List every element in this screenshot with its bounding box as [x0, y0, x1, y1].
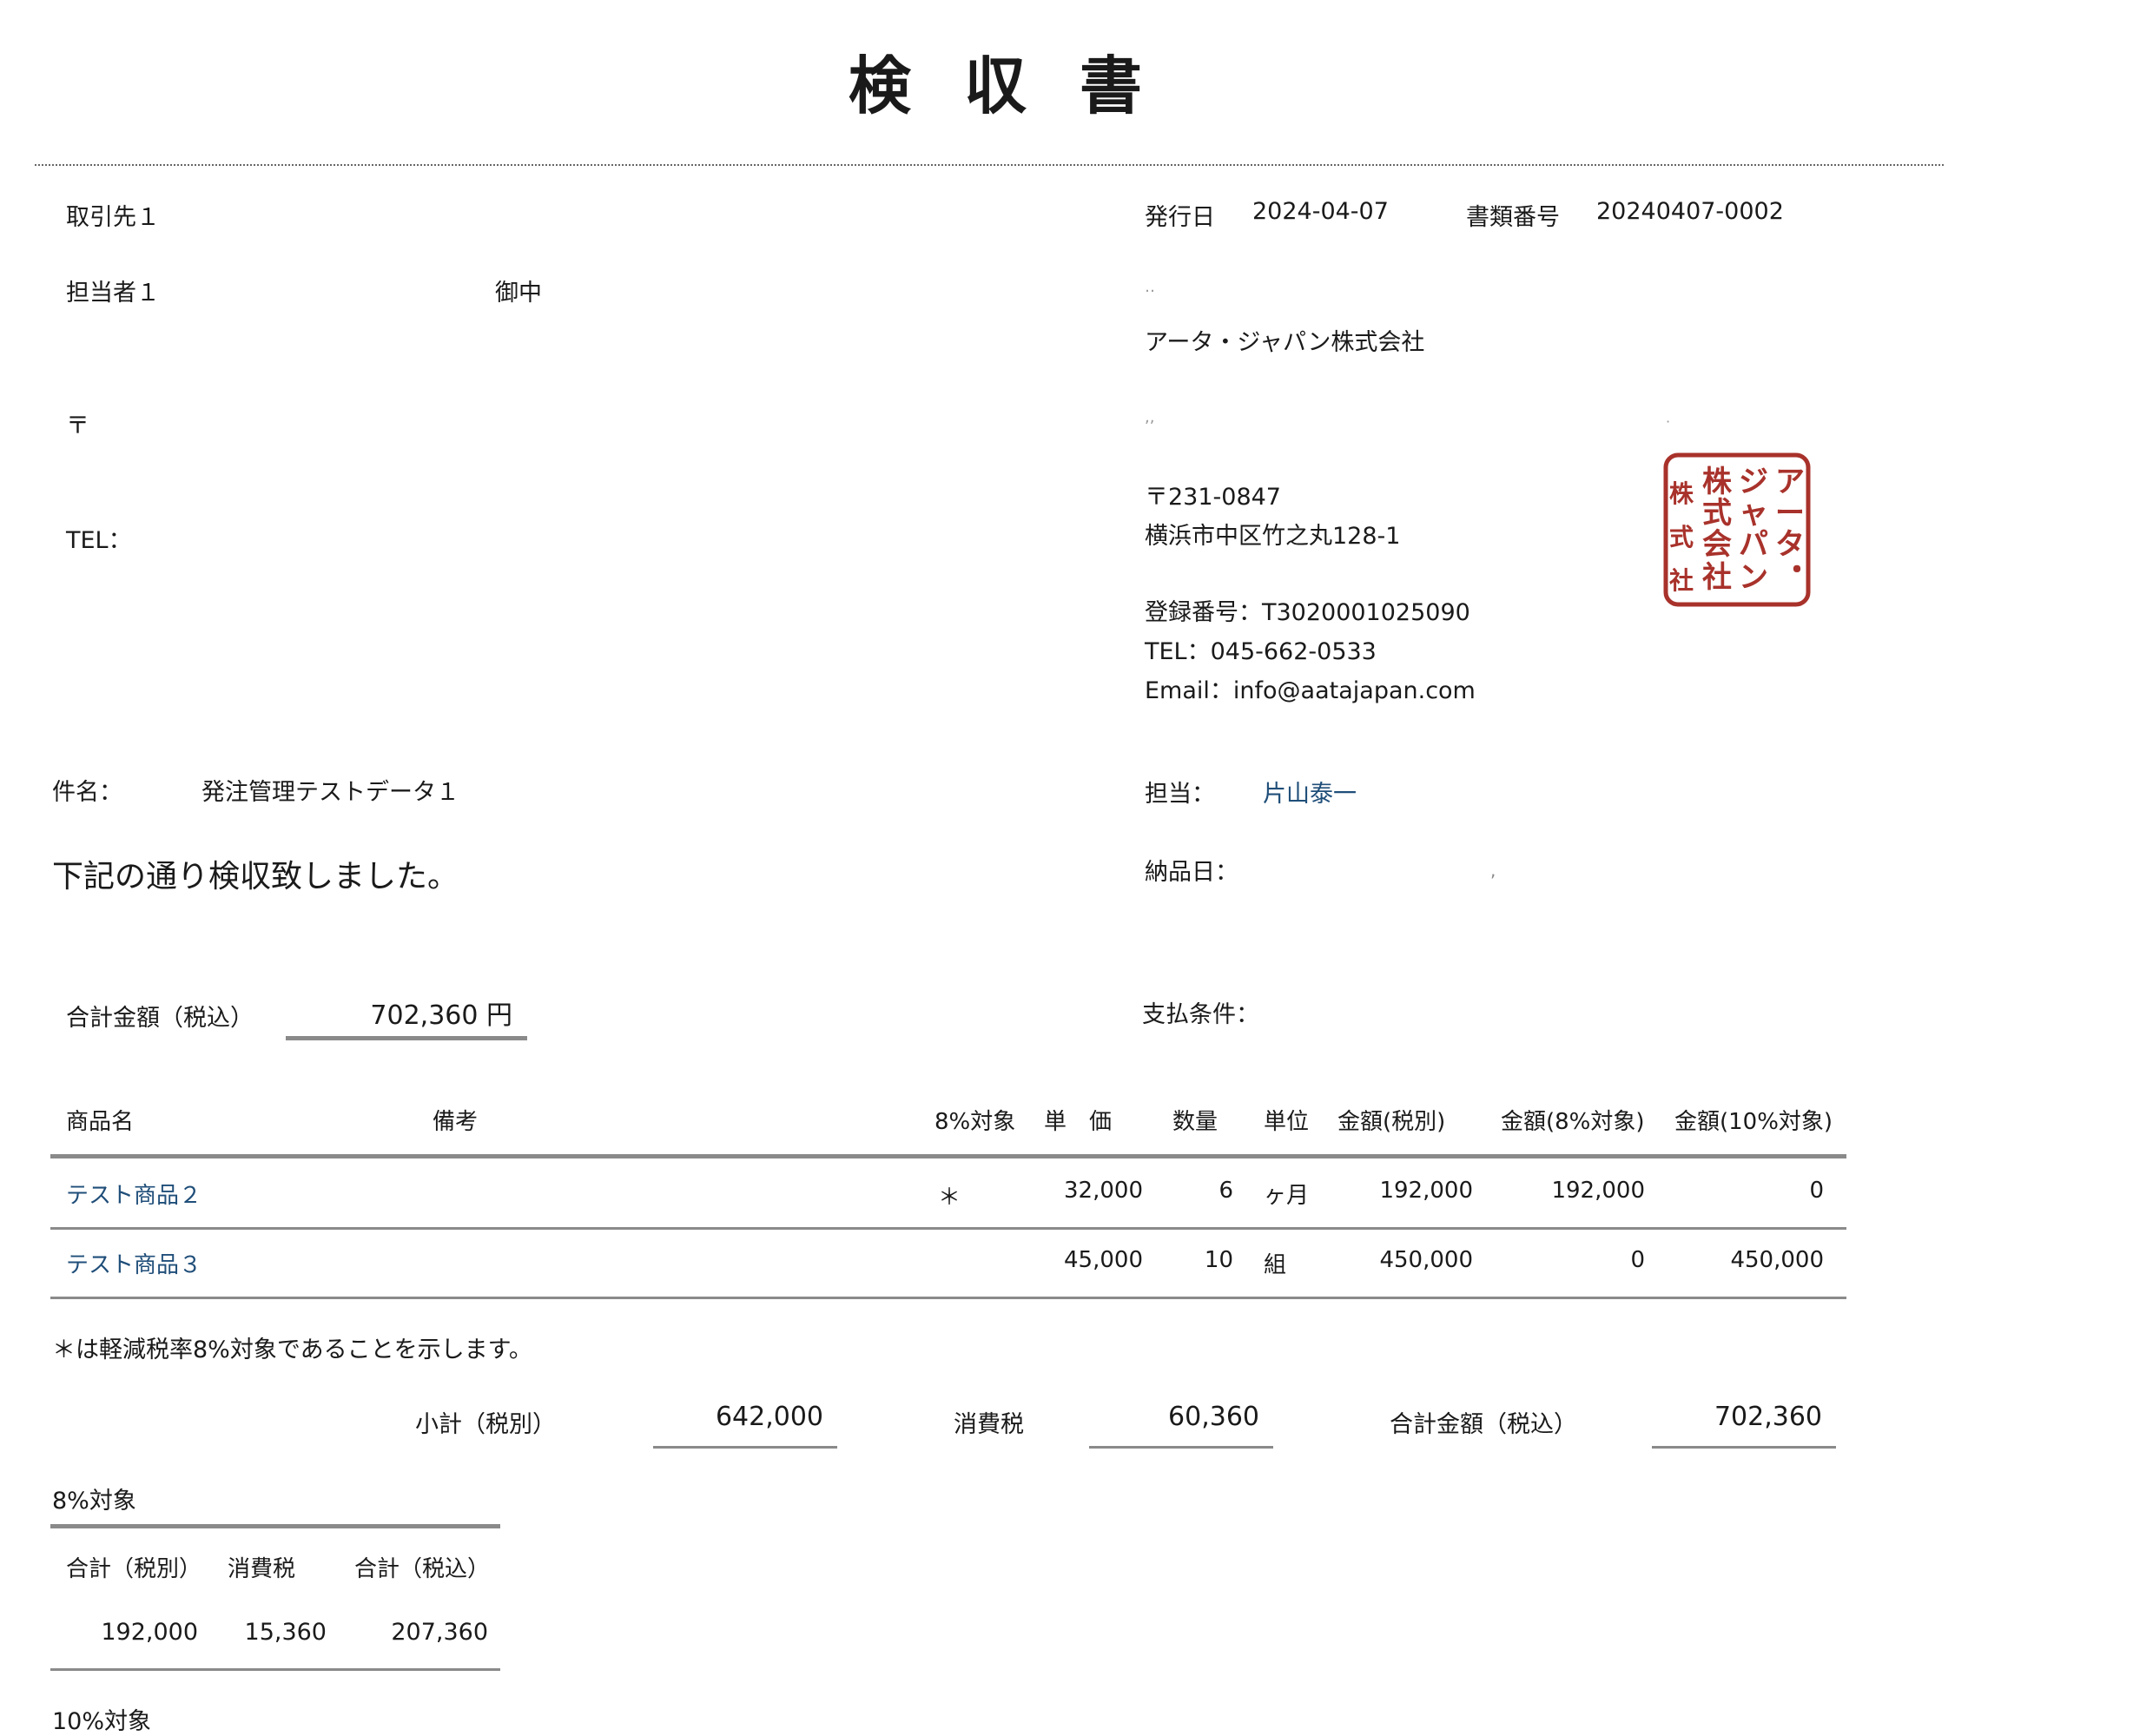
amount-8: 0 — [1630, 1247, 1645, 1273]
table-header-rule — [50, 1154, 1846, 1158]
inspection-note: 下記の通り検収致しました。 — [52, 859, 459, 894]
svg-text:社: 社 — [1702, 560, 1732, 595]
rate10-title: 10%対象 — [52, 1708, 152, 1735]
rate8-total: 207,360 — [391, 1619, 488, 1646]
quantity: 10 — [1204, 1247, 1233, 1273]
unit: ヶ月 — [1264, 1183, 1310, 1209]
contact-label: 担当： — [1145, 781, 1215, 808]
col-header-amount-10: 金額(10%対象) — [1674, 1109, 1833, 1135]
subtotal-label: 小計（税別） — [415, 1411, 556, 1438]
subtotal-value: 642,000 — [715, 1402, 823, 1432]
rate8-header-rule — [50, 1524, 500, 1528]
recipient-postal-mark: 〒 — [66, 413, 89, 439]
svg-text:式: 式 — [1702, 496, 1732, 531]
svg-text:パ: パ — [1739, 527, 1768, 562]
issuer-address: 横浜市中区竹之丸128-1 — [1145, 523, 1401, 550]
subject-label: 件名： — [52, 779, 122, 806]
summary-total-label: 合計金額（税込） — [1390, 1411, 1577, 1438]
unit-price: 45,000 — [1064, 1247, 1143, 1273]
product-name-link[interactable]: テスト商品３ — [66, 1247, 201, 1279]
issuer-email: Email：info@aatajapan.com — [1145, 677, 1476, 704]
summary-total-underline — [1652, 1446, 1836, 1449]
grand-total-underline — [286, 1036, 527, 1040]
issuer-mark-3: · — [1666, 413, 1671, 430]
contact-person-link[interactable]: 片山泰一 — [1263, 775, 1357, 809]
amount: 450,000 — [1379, 1247, 1473, 1273]
rate8-bottom-rule — [50, 1668, 500, 1671]
subtotal-underline — [653, 1446, 837, 1449]
issuer-name: アータ・ジャパン株式会社 — [1145, 329, 1425, 356]
rate8-col-total: 合計（税込） — [354, 1556, 491, 1582]
amount-10: 450,000 — [1730, 1247, 1824, 1273]
unit-price: 32,000 — [1064, 1178, 1143, 1204]
issuer-tel: TEL：045-662-0533 — [1145, 638, 1377, 665]
delivery-date-label: 納品日： — [1145, 859, 1238, 886]
issuer-registration: 登録番号：T3020001025090 — [1145, 599, 1470, 626]
svg-text:株: 株 — [1702, 465, 1733, 499]
document-title: 検 収 書 — [848, 50, 1159, 122]
quantity: 6 — [1218, 1178, 1233, 1204]
issue-date: 2024-04-07 — [1252, 198, 1389, 225]
rate8-col-subtotal: 合計（税別） — [66, 1556, 202, 1582]
grand-total-label: 合計金額（税込） — [66, 1005, 254, 1032]
summary-total-value: 702,360 — [1714, 1402, 1822, 1432]
table-row-divider — [50, 1227, 1846, 1230]
svg-text:ャ: ャ — [1739, 496, 1768, 531]
svg-text:ー: ー — [1775, 496, 1805, 531]
doc-number-label: 書類番号 — [1466, 204, 1560, 231]
rate8-subtotal: 192,000 — [101, 1619, 198, 1646]
col-header-note: 備考 — [433, 1109, 479, 1135]
doc-number: 20240407-0002 — [1596, 198, 1784, 225]
tax-underline — [1089, 1446, 1273, 1449]
recipient-company: 取引先１ — [66, 204, 160, 231]
col-header-product: 商品名 — [66, 1109, 135, 1135]
rate8-tax: 15,360 — [244, 1619, 327, 1646]
col-header-unit: 単位 — [1264, 1109, 1310, 1135]
unit: 組 — [1264, 1252, 1287, 1278]
product-name-link[interactable]: テスト商品２ — [66, 1178, 201, 1210]
rate8-title: 8%対象 — [52, 1488, 136, 1515]
payment-terms-label: 支払条件： — [1142, 1001, 1259, 1028]
delivery-date-value: , — [1490, 860, 1496, 881]
amount: 192,000 — [1379, 1178, 1473, 1204]
svg-text:株: 株 — [1669, 479, 1694, 508]
issuer-mark-2: ,, — [1145, 408, 1155, 426]
table-bottom-rule — [50, 1297, 1846, 1299]
svg-text:ン: ン — [1739, 560, 1768, 595]
svg-text:ジ: ジ — [1739, 465, 1768, 499]
issuer-postal: 〒231-0847 — [1145, 484, 1281, 511]
col-header-reduced: 8%対象 — [935, 1109, 1016, 1135]
col-header-amount: 金額(税別) — [1337, 1109, 1446, 1135]
recipient-honorific: 御中 — [495, 280, 542, 307]
col-header-unit-price: 単 価 — [1044, 1109, 1113, 1135]
issuer-mark-1: ‥ — [1145, 278, 1156, 296]
title-divider — [35, 164, 1944, 166]
recipient-tel-label: TEL： — [66, 527, 132, 554]
tax-value: 60,360 — [1168, 1402, 1259, 1432]
grand-total-value: 702,360 円 — [370, 1000, 512, 1031]
svg-text:・: ・ — [1782, 553, 1812, 588]
company-seal-stamp: ア ー タ ・ ジ ャ パ ン 株 式 会 社 株 式 社 — [1663, 452, 1812, 607]
rate8-col-tax: 消費税 — [228, 1556, 296, 1582]
svg-text:ア: ア — [1775, 465, 1805, 499]
svg-text:社: 社 — [1669, 566, 1694, 595]
svg-text:会: 会 — [1702, 527, 1732, 562]
svg-text:式: 式 — [1669, 523, 1694, 551]
issue-date-label: 発行日 — [1145, 204, 1215, 231]
amount-10: 0 — [1809, 1178, 1824, 1204]
col-header-quantity: 数量 — [1172, 1109, 1218, 1135]
amount-8: 192,000 — [1551, 1178, 1645, 1204]
subject-value: 発注管理テストデータ１ — [201, 779, 459, 806]
col-header-amount-8: 金額(8%対象) — [1501, 1109, 1645, 1135]
reduced-rate-mark: ＊ — [938, 1185, 961, 1211]
recipient-person: 担当者１ — [66, 280, 160, 307]
tax-label: 消費税 — [954, 1411, 1024, 1438]
reduced-rate-footnote: ＊は軽減税率8%対象であることを示します。 — [52, 1337, 532, 1363]
